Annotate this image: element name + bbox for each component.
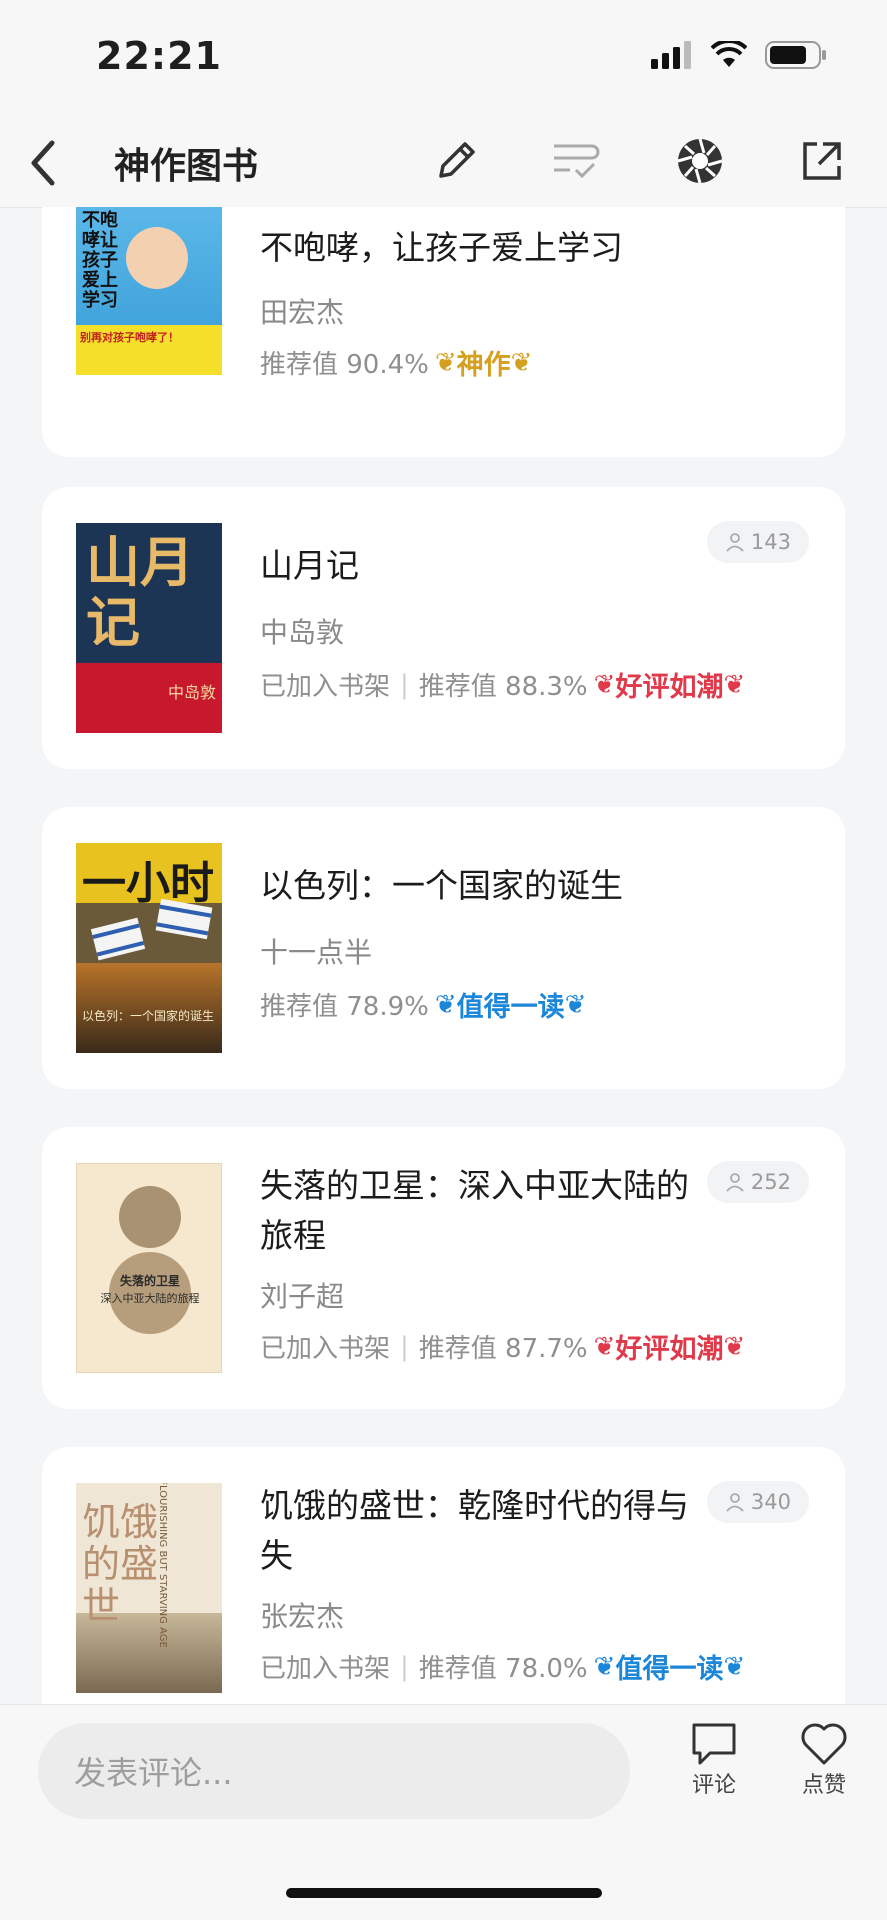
laurel-icon: ❦ [434, 989, 457, 1020]
book-meta: 推荐值 78.9% ❦ 值得一读 ❦ [260, 985, 586, 1024]
comment-label: 评论 [691, 1773, 736, 1798]
badge-shenzuo: ❦ 神作 ❦ [434, 347, 533, 382]
comment-button[interactable]: 评论 [674, 1721, 754, 1799]
wifi-icon [711, 41, 747, 67]
status-bar: 22:21 [0, 0, 887, 115]
laurel-icon: ❦ [723, 669, 746, 700]
recommend-value: 推荐值 78.0% [418, 1654, 588, 1684]
laurel-icon: ❦ [593, 669, 616, 700]
book-cover: 山月记 中岛敦 [76, 523, 222, 733]
book-title: 饥饿的盛世：乾隆时代的得与失 [260, 1486, 689, 1575]
laurel-icon: ❦ [510, 347, 533, 378]
shutter-button[interactable] [670, 131, 730, 191]
book-meta: 已加入书架 | 推荐值 78.0% ❦ 值得一读 ❦ [260, 1647, 745, 1686]
reader-count: 340 [706, 1481, 809, 1523]
like-label: 点赞 [801, 1773, 846, 1798]
book-cover: 一小时 以色列：一个国家的诞生 [76, 843, 222, 1053]
laurel-icon: ❦ [723, 1651, 746, 1682]
battery-icon [765, 41, 826, 69]
book-meta: 已加入书架 | 推荐值 87.7% ❦ 好评如潮 ❦ [260, 1327, 745, 1366]
page-title: 神作图书 [114, 146, 259, 187]
book-meta: 推荐值 90.4% ❦ 神作 ❦ [260, 343, 532, 382]
nav-bar: 神作图书 [0, 115, 887, 208]
laurel-icon: ❦ [593, 1331, 616, 1362]
badge-haoping: ❦ 好评如潮 ❦ [593, 669, 746, 704]
laurel-icon: ❦ [723, 1331, 746, 1362]
book-card[interactable]: 不咆哮让孩子爱上学习 别再对孩子咆哮了！ 不咆哮，让孩子爱上学习 田宏杰 推荐值… [42, 207, 845, 457]
person-icon [726, 1493, 744, 1512]
book-title: 失落的卫星：深入中亚大陆的旅程 [260, 1166, 689, 1255]
shelf-status: 已加入书架 [260, 672, 391, 702]
book-author: 张宏杰 [260, 1600, 345, 1633]
book-author: 田宏杰 [260, 296, 345, 329]
book-card[interactable]: 一小时 以色列：一个国家的诞生 以色列：一个国家的诞生 十一点半 推荐值 78.… [42, 807, 845, 1089]
laurel-icon: ❦ [434, 347, 457, 378]
status-icons [651, 40, 827, 70]
book-cover: 失落的卫星 深入中亚大陆的旅程 [76, 1163, 222, 1373]
reader-count: 143 [706, 521, 809, 563]
shelf-status: 已加入书架 [260, 1654, 391, 1684]
edit-button[interactable] [426, 131, 486, 191]
book-card[interactable]: 山月记 中岛敦 143 山月记 中岛敦 已加入书架 | 推荐值 88.3% ❦ 好… [42, 487, 845, 769]
comment-icon [692, 1723, 736, 1765]
pencil-icon [439, 142, 475, 178]
laurel-icon: ❦ [564, 989, 587, 1020]
reader-count: 252 [706, 1161, 809, 1203]
shutter-icon [677, 138, 723, 184]
heart-icon [801, 1723, 847, 1765]
recommend-value: 推荐值 87.7% [418, 1334, 588, 1364]
badge-zhide: ❦ 值得一读 ❦ [593, 1651, 746, 1686]
badge-zhide: ❦ 值得一读 ❦ [434, 989, 587, 1024]
status-time: 22:21 [96, 34, 222, 78]
recommend-value: 推荐值 90.4% [260, 350, 429, 380]
book-author: 刘子超 [260, 1280, 345, 1313]
recommend-value: 推荐值 78.9% [260, 992, 429, 1022]
home-indicator[interactable] [286, 1888, 602, 1898]
recommend-value: 推荐值 88.3% [418, 672, 588, 702]
book-cover: 不咆哮让孩子爱上学习 别再对孩子咆哮了！ [76, 207, 222, 375]
laurel-icon: ❦ [593, 1651, 616, 1682]
book-title: 山月记 [260, 546, 359, 585]
back-button[interactable] [14, 133, 74, 193]
share-icon [803, 142, 841, 180]
share-button[interactable] [792, 131, 852, 191]
book-author: 中岛敦 [260, 616, 345, 649]
book-list[interactable]: 不咆哮让孩子爱上学习 别再对孩子咆哮了！ 不咆哮，让孩子爱上学习 田宏杰 推荐值… [0, 207, 887, 1704]
badge-haoping: ❦ 好评如潮 ❦ [593, 1331, 746, 1366]
book-meta: 已加入书架 | 推荐值 88.3% ❦ 好评如潮 ❦ [260, 665, 745, 704]
book-title: 不咆哮，让孩子爱上学习 [260, 228, 623, 267]
book-author: 十一点半 [260, 936, 373, 969]
book-card[interactable]: 失落的卫星 深入中亚大陆的旅程 252 失落的卫星：深入中亚大陆的旅程 刘子超 … [42, 1127, 845, 1409]
chevron-left-icon [31, 140, 55, 186]
shelf-status: 已加入书架 [260, 1334, 391, 1364]
book-title: 以色列：一个国家的诞生 [260, 866, 623, 905]
comment-input[interactable]: 发表评论... [38, 1723, 630, 1819]
like-button[interactable]: 点赞 [784, 1721, 864, 1799]
list-check-button[interactable] [546, 131, 606, 191]
book-cover: 饥饿的盛世 A FLOURISHING BUT STARVING AGE [76, 1483, 222, 1693]
person-icon [726, 533, 744, 552]
signal-icon [651, 41, 691, 69]
person-icon [726, 1173, 744, 1192]
book-card[interactable]: 饥饿的盛世 A FLOURISHING BUT STARVING AGE 340… [42, 1447, 845, 1704]
list-check-icon [554, 144, 600, 179]
